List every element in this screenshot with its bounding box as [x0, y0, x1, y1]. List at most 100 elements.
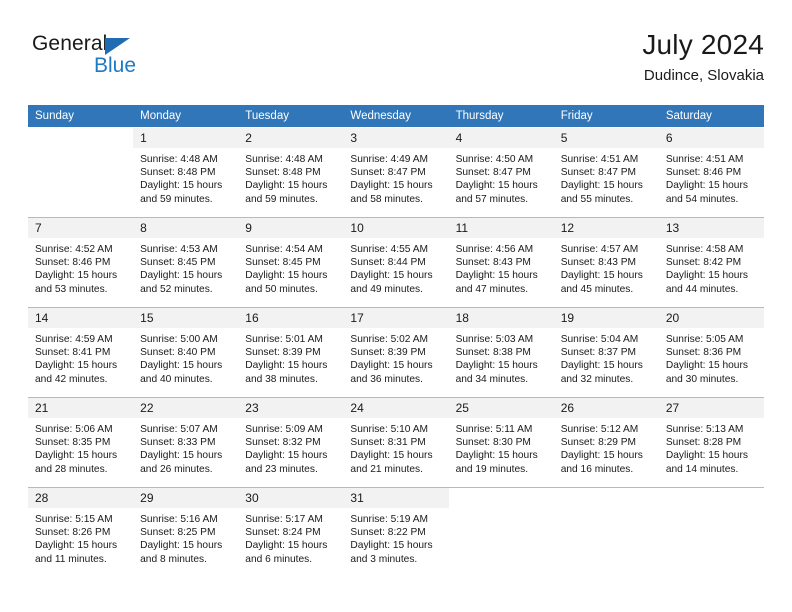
calendar-day-cell[interactable]: 6 Sunrise: 4:51 AM Sunset: 8:46 PM Daylight… — [658, 127, 764, 218]
sunrise-text: Sunrise: 5:10 AM — [350, 424, 429, 435]
calendar-day-cell[interactable]: 18 Sunrise: 5:03 AM Sunset: 8:38 PM Dayligh… — [448, 307, 554, 398]
sunrise-text: Sunrise: 4:58 AM — [665, 244, 744, 255]
calendar-day-cell[interactable]: 16 Sunrise: 5:01 AM Sunset: 8:39 PM Dayligh… — [238, 307, 344, 398]
daylight-text-line1: Daylight: 15 hours — [140, 450, 223, 462]
day-number: 2 — [238, 128, 344, 148]
daylight-text-line2: and 59 minutes. — [245, 193, 318, 205]
day-number: 26 — [553, 398, 659, 418]
daylight-text-line1: Daylight: 15 hours — [140, 360, 223, 372]
day-cell-inner: 4 Sunrise: 4:50 AM Sunset: 8:47 PM Daylight… — [448, 128, 554, 217]
day-cell-inner — [449, 488, 554, 577]
calendar-day-cell[interactable]: 20 Sunrise: 5:05 AM Sunset: 8:36 PM Dayligh… — [658, 307, 764, 398]
day-sun-info: Sunrise: 4:49 AM Sunset: 8:47 PM Daylight:… — [343, 148, 448, 206]
day-cell-inner: 10 Sunrise: 4:55 AM Sunset: 8:44 PM Dayligh… — [343, 218, 449, 307]
daylight-text-line1: Daylight: 15 hours — [140, 180, 223, 192]
calendar-day-cell[interactable]: 2 Sunrise: 4:48 AM Sunset: 8:48 PM Daylight… — [238, 127, 344, 218]
day-number: 21 — [28, 398, 134, 418]
calendar-day-cell — [658, 487, 764, 577]
calendar-day-cell[interactable]: 17 Sunrise: 5:02 AM Sunset: 8:39 PM Dayligh… — [343, 307, 449, 398]
calendar-day-cell[interactable]: 24 Sunrise: 5:10 AM Sunset: 8:31 PM Dayligh… — [343, 397, 449, 488]
day-sun-info: Sunrise: 4:58 AM Sunset: 8:42 PM Daylight:… — [659, 238, 764, 296]
day-cell-inner: 13 Sunrise: 4:58 AM Sunset: 8:42 PM Dayligh… — [658, 218, 764, 307]
daylight-text-line2: and 16 minutes. — [560, 463, 634, 475]
sunset-text: Sunset: 8:31 PM — [350, 437, 426, 449]
calendar-day-cell[interactable]: 26 Sunrise: 5:12 AM Sunset: 8:29 PM Dayligh… — [553, 397, 659, 488]
calendar-day-cell[interactable]: 30 Sunrise: 5:17 AM Sunset: 8:24 PM Dayligh… — [238, 487, 344, 577]
calendar-day-cell[interactable]: 29 Sunrise: 5:16 AM Sunset: 8:25 PM Dayligh… — [133, 487, 239, 577]
sunrise-text: Sunrise: 5:05 AM — [665, 334, 744, 345]
day-sun-info: Sunrise: 4:56 AM Sunset: 8:43 PM Daylight:… — [449, 238, 554, 296]
calendar-day-cell[interactable]: 3 Sunrise: 4:49 AM Sunset: 8:47 PM Daylight… — [343, 127, 449, 218]
calendar-day-cell[interactable]: 13 Sunrise: 4:58 AM Sunset: 8:42 PM Dayligh… — [658, 217, 764, 308]
sunset-text: Sunset: 8:35 PM — [35, 437, 111, 449]
calendar-day-cell[interactable]: 19 Sunrise: 5:04 AM Sunset: 8:37 PM Dayligh… — [553, 307, 659, 398]
calendar-day-cell[interactable]: 23 Sunrise: 5:09 AM Sunset: 8:32 PM Dayligh… — [238, 397, 344, 488]
sunset-text: Sunset: 8:43 PM — [560, 257, 637, 269]
daylight-text-line2: and 11 minutes. — [35, 553, 107, 565]
day-number: 27 — [658, 398, 764, 418]
calendar-day-cell[interactable]: 7 Sunrise: 4:52 AM Sunset: 8:46 PM Daylight… — [28, 217, 134, 308]
calendar-day-cell[interactable]: 9 Sunrise: 4:54 AM Sunset: 8:45 PM Daylight… — [238, 217, 344, 308]
sunset-text: Sunset: 8:45 PM — [140, 257, 216, 269]
daylight-text-line1: Daylight: 15 hours — [35, 540, 118, 552]
day-cell-inner: 1 Sunrise: 4:48 AM Sunset: 8:48 PM Daylight… — [133, 128, 239, 217]
day-sun-info: Sunrise: 4:48 AM Sunset: 8:48 PM Daylight:… — [133, 148, 238, 206]
daylight-text-line2: and 40 minutes. — [140, 373, 213, 385]
day-cell-inner — [659, 488, 764, 577]
day-sun-info: Sunrise: 5:17 AM Sunset: 8:24 PM Daylight:… — [238, 508, 343, 566]
daylight-text-line1: Daylight: 15 hours — [245, 360, 328, 372]
calendar-day-cell[interactable]: 8 Sunrise: 4:53 AM Sunset: 8:45 PM Daylight… — [133, 217, 239, 308]
calendar-day-cell[interactable]: 25 Sunrise: 5:11 AM Sunset: 8:30 PM Dayligh… — [448, 397, 554, 488]
daylight-text-line2: and 14 minutes. — [665, 463, 739, 475]
day-number: 24 — [343, 398, 449, 418]
sunrise-text: Sunrise: 5:01 AM — [245, 334, 323, 345]
day-cell-inner: 24 Sunrise: 5:10 AM Sunset: 8:31 PM Dayligh… — [343, 398, 449, 487]
calendar-week-row: 1 Sunrise: 4:48 AM Sunset: 8:48 PM Daylight… — [28, 127, 764, 218]
daylight-text-line1: Daylight: 15 hours — [560, 450, 643, 462]
day-number: 5 — [553, 128, 659, 148]
sunrise-text: Sunrise: 4:59 AM — [35, 334, 113, 345]
day-number: 15 — [133, 308, 239, 328]
day-number: 31 — [343, 488, 449, 508]
daylight-text-line1: Daylight: 15 hours — [350, 450, 433, 462]
calendar-day-cell[interactable]: 5 Sunrise: 4:51 AM Sunset: 8:47 PM Daylight… — [553, 127, 659, 218]
calendar-day-cell[interactable]: 14 Sunrise: 4:59 AM Sunset: 8:41 PM Dayligh… — [28, 307, 134, 398]
calendar-day-cell[interactable]: 21 Sunrise: 5:06 AM Sunset: 8:35 PM Dayligh… — [28, 397, 134, 488]
sunset-text: Sunset: 8:38 PM — [455, 347, 531, 359]
day-cell-inner: 28 Sunrise: 5:15 AM Sunset: 8:26 PM Dayligh… — [28, 488, 134, 577]
day-number: 6 — [658, 128, 764, 148]
day-cell-inner: 5 Sunrise: 4:51 AM Sunset: 8:47 PM Daylight… — [553, 128, 659, 217]
sunset-text: Sunset: 8:39 PM — [350, 347, 426, 359]
day-sun-info: Sunrise: 5:00 AM Sunset: 8:40 PM Daylight:… — [133, 328, 238, 386]
daylight-text-line2: and 59 minutes. — [140, 193, 213, 205]
sunset-text: Sunset: 8:47 PM — [455, 167, 531, 179]
sunrise-text: Sunrise: 4:55 AM — [350, 244, 429, 255]
calendar-day-cell[interactable]: 31 Sunrise: 5:19 AM Sunset: 8:22 PM Dayligh… — [343, 487, 449, 577]
calendar-day-cell[interactable]: 28 Sunrise: 5:15 AM Sunset: 8:26 PM Dayligh… — [28, 487, 134, 577]
daylight-text-line2: and 50 minutes. — [245, 283, 318, 295]
sunrise-text: Sunrise: 5:19 AM — [350, 514, 429, 525]
calendar-day-cell[interactable]: 15 Sunrise: 5:00 AM Sunset: 8:40 PM Dayligh… — [133, 307, 239, 398]
page-header: General Blue July 2024 Dudince, Slovakia — [28, 28, 764, 90]
sunrise-text: Sunrise: 5:12 AM — [560, 424, 639, 435]
sunrise-text: Sunrise: 4:52 AM — [35, 244, 113, 255]
calendar-day-cell[interactable]: 27 Sunrise: 5:13 AM Sunset: 8:28 PM Dayligh… — [658, 397, 764, 488]
sunrise-text: Sunrise: 4:56 AM — [455, 244, 534, 255]
daylight-text-line1: Daylight: 15 hours — [455, 270, 538, 282]
sunset-text: Sunset: 8:41 PM — [35, 347, 111, 359]
calendar-day-cell[interactable]: 12 Sunrise: 4:57 AM Sunset: 8:43 PM Dayligh… — [553, 217, 659, 308]
calendar-day-cell — [448, 487, 554, 577]
sunset-text: Sunset: 8:22 PM — [350, 527, 426, 539]
sunset-text: Sunset: 8:25 PM — [140, 527, 216, 539]
calendar-day-cell[interactable]: 22 Sunrise: 5:07 AM Sunset: 8:33 PM Dayligh… — [133, 397, 239, 488]
daylight-text-line2: and 57 minutes. — [455, 193, 529, 205]
calendar-day-cell[interactable]: 4 Sunrise: 4:50 AM Sunset: 8:47 PM Daylight… — [448, 127, 554, 218]
brand-logo[interactable]: General Blue — [32, 32, 232, 88]
daylight-text-line2: and 3 minutes. — [350, 553, 418, 565]
calendar-day-cell[interactable]: 1 Sunrise: 4:48 AM Sunset: 8:48 PM Daylight… — [133, 127, 239, 218]
calendar-day-cell[interactable]: 10 Sunrise: 4:55 AM Sunset: 8:44 PM Dayligh… — [343, 217, 449, 308]
daylight-text-line1: Daylight: 15 hours — [560, 270, 643, 282]
sunset-text: Sunset: 8:24 PM — [245, 527, 321, 539]
sunrise-text: Sunrise: 4:53 AM — [140, 244, 218, 255]
calendar-day-cell[interactable]: 11 Sunrise: 4:56 AM Sunset: 8:43 PM Dayligh… — [448, 217, 554, 308]
